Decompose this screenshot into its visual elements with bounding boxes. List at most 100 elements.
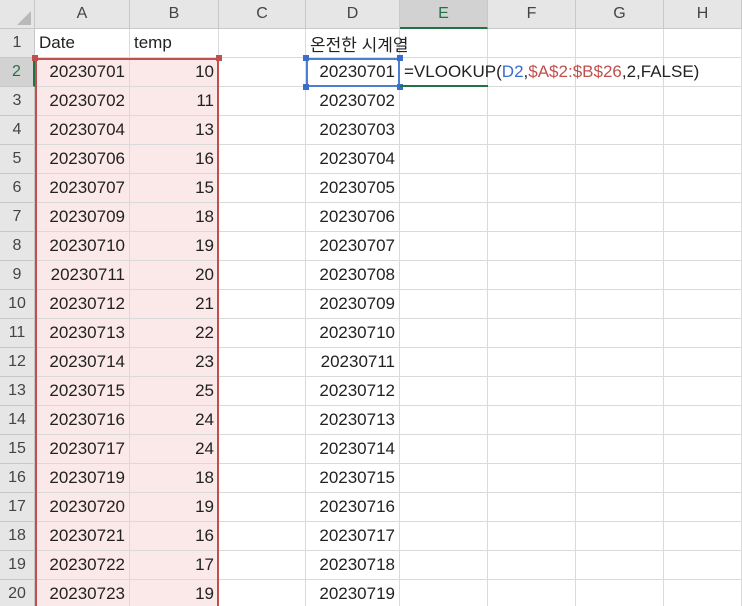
cell-c15[interactable] [219, 435, 306, 464]
cell-b1[interactable]: temp [130, 29, 219, 58]
cell-c2[interactable] [219, 58, 306, 87]
cell-b6[interactable]: 15 [130, 174, 219, 203]
cell-a11[interactable]: 20230713 [35, 319, 130, 348]
row-header-7[interactable]: 7 [0, 203, 35, 232]
cell-h3[interactable] [664, 87, 742, 116]
cell-f19[interactable] [488, 551, 576, 580]
cell-e3[interactable] [400, 87, 488, 116]
cell-h11[interactable] [664, 319, 742, 348]
row-header-2[interactable]: 2 [0, 58, 35, 87]
cell-d1[interactable]: 온전한 시계열 [306, 29, 409, 58]
cell-g9[interactable] [576, 261, 664, 290]
cell-b12[interactable]: 23 [130, 348, 219, 377]
cell-h4[interactable] [664, 116, 742, 145]
cell-c13[interactable] [219, 377, 306, 406]
cell-h13[interactable] [664, 377, 742, 406]
cell-h6[interactable] [664, 174, 742, 203]
cell-a20[interactable]: 20230723 [35, 580, 130, 606]
cell-b20[interactable]: 19 [130, 580, 219, 606]
cell-c8[interactable] [219, 232, 306, 261]
cell-a5[interactable]: 20230706 [35, 145, 130, 174]
range-corner-handle-2[interactable] [216, 55, 222, 61]
cell-f7[interactable] [488, 203, 576, 232]
cell-a15[interactable]: 20230717 [35, 435, 130, 464]
cell-h14[interactable] [664, 406, 742, 435]
row-header-5[interactable]: 5 [0, 145, 35, 174]
cell-g14[interactable] [576, 406, 664, 435]
cell-h18[interactable] [664, 522, 742, 551]
cell-a13[interactable]: 20230715 [35, 377, 130, 406]
cell-h5[interactable] [664, 145, 742, 174]
cell-e7[interactable] [400, 203, 488, 232]
cell-e1[interactable] [400, 29, 488, 58]
cell-a16[interactable]: 20230719 [35, 464, 130, 493]
cell-a14[interactable]: 20230716 [35, 406, 130, 435]
cell-c11[interactable] [219, 319, 306, 348]
cell-e19[interactable] [400, 551, 488, 580]
cell-b16[interactable]: 18 [130, 464, 219, 493]
cell-g18[interactable] [576, 522, 664, 551]
cell-e6[interactable] [400, 174, 488, 203]
cell-g12[interactable] [576, 348, 664, 377]
d2-corner-handle-3[interactable] [303, 84, 309, 90]
formula-editing-cell-e2[interactable]: =VLOOKUP(D2, $A$2:$B$26,2,FALSE) [400, 58, 699, 87]
cell-c19[interactable] [219, 551, 306, 580]
d2-corner-handle-1[interactable] [303, 55, 309, 61]
column-header-e[interactable]: E [400, 0, 488, 29]
cell-d20[interactable]: 20230719 [306, 580, 400, 606]
cell-g20[interactable] [576, 580, 664, 606]
cell-d7[interactable]: 20230706 [306, 203, 400, 232]
cell-c18[interactable] [219, 522, 306, 551]
spreadsheet-grid[interactable]: ABCDEFGH 1 2 3 4 5 6 7 8 9 10 11 12 13 14 15 16 17 18 19 20… [0, 0, 742, 606]
cell-a4[interactable]: 20230704 [35, 116, 130, 145]
cell-d16[interactable]: 20230715 [306, 464, 400, 493]
cell-d2[interactable]: 20230701 [306, 58, 400, 87]
row-header-9[interactable]: 9 [0, 261, 35, 290]
cell-c7[interactable] [219, 203, 306, 232]
column-header-b[interactable]: B [130, 0, 219, 29]
cell-d13[interactable]: 20230712 [306, 377, 400, 406]
cell-b3[interactable]: 11 [130, 87, 219, 116]
cell-e8[interactable] [400, 232, 488, 261]
cell-c12[interactable] [219, 348, 306, 377]
cell-g10[interactable] [576, 290, 664, 319]
cell-e4[interactable] [400, 116, 488, 145]
select-all-corner[interactable] [0, 0, 35, 29]
cell-f18[interactable] [488, 522, 576, 551]
cell-h10[interactable] [664, 290, 742, 319]
cell-g16[interactable] [576, 464, 664, 493]
cell-e17[interactable] [400, 493, 488, 522]
cell-e16[interactable] [400, 464, 488, 493]
row-header-17[interactable]: 17 [0, 493, 35, 522]
cell-c17[interactable] [219, 493, 306, 522]
row-header-16[interactable]: 16 [0, 464, 35, 493]
cell-f12[interactable] [488, 348, 576, 377]
cell-b7[interactable]: 18 [130, 203, 219, 232]
cell-f15[interactable] [488, 435, 576, 464]
cell-c10[interactable] [219, 290, 306, 319]
cell-a18[interactable]: 20230721 [35, 522, 130, 551]
cell-g17[interactable] [576, 493, 664, 522]
cell-c20[interactable] [219, 580, 306, 606]
cell-b18[interactable]: 16 [130, 522, 219, 551]
cell-b19[interactable]: 17 [130, 551, 219, 580]
cell-h19[interactable] [664, 551, 742, 580]
row-header-1[interactable]: 1 [0, 29, 35, 58]
column-header-g[interactable]: G [576, 0, 664, 29]
cell-c5[interactable] [219, 145, 306, 174]
cell-c1[interactable] [219, 29, 306, 58]
cell-f1[interactable] [488, 29, 576, 58]
cell-f9[interactable] [488, 261, 576, 290]
cell-h17[interactable] [664, 493, 742, 522]
cell-a17[interactable]: 20230720 [35, 493, 130, 522]
cell-d6[interactable]: 20230705 [306, 174, 400, 203]
cell-c14[interactable] [219, 406, 306, 435]
cell-c4[interactable] [219, 116, 306, 145]
cell-a3[interactable]: 20230702 [35, 87, 130, 116]
row-header-19[interactable]: 19 [0, 551, 35, 580]
row-header-8[interactable]: 8 [0, 232, 35, 261]
cell-a8[interactable]: 20230710 [35, 232, 130, 261]
cell-b13[interactable]: 25 [130, 377, 219, 406]
cell-g13[interactable] [576, 377, 664, 406]
cell-f3[interactable] [488, 87, 576, 116]
